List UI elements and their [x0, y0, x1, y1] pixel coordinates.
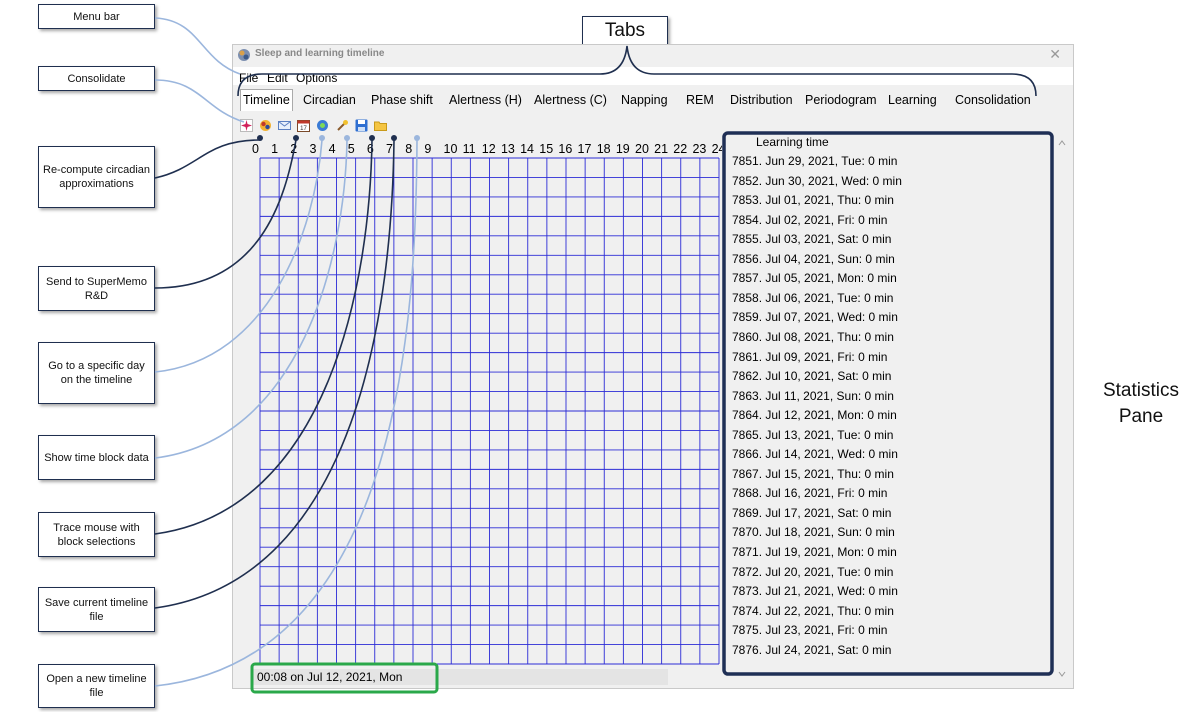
stats-row: 7854. Jul 02, 2021, Fri: 0 min [732, 212, 888, 227]
hour-label: 22 [673, 142, 688, 156]
tab-napping[interactable]: Napping [621, 93, 668, 107]
statistics-pane: Learning time 7851. Jun 29, 2021, Tue: 0… [722, 133, 1057, 663]
menu-edit[interactable]: Edit [267, 71, 288, 85]
hour-label: 9 [424, 142, 432, 156]
calendar-goto-day-icon[interactable]: 17 [297, 119, 310, 132]
hour-label: 15 [539, 142, 554, 156]
app-window: Sleep and learning timeline ✕ File Edit … [232, 44, 1074, 689]
title-bar: Sleep and learning timeline ✕ [233, 45, 1073, 65]
stats-row: 7865. Jul 13, 2021, Tue: 0 min [732, 427, 894, 442]
svg-text:17: 17 [300, 126, 307, 132]
tab-timeline[interactable]: Timeline [240, 89, 293, 111]
connector-menu-bar [154, 17, 241, 75]
trace-mouse-icon[interactable] [336, 119, 349, 132]
stats-row: 7863. Jul 11, 2021, Sun: 0 min [732, 388, 894, 403]
stats-row: 7853. Jul 01, 2021, Thu: 0 min [732, 193, 894, 208]
stats-row: 7852. Jun 30, 2021, Wed: 0 min [732, 173, 902, 188]
hour-label: 8 [405, 142, 413, 156]
tab-learning[interactable]: Learning [888, 93, 937, 107]
tab-distribution[interactable]: Distribution [730, 93, 793, 107]
status-bar: 00:08 on Jul 12, 2021, Mon [253, 669, 668, 685]
stats-row: 7855. Jul 03, 2021, Sat: 0 min [732, 232, 892, 247]
hour-label: 14 [520, 142, 534, 156]
stats-title: Learning time [756, 135, 829, 149]
hour-label: 23 [692, 142, 707, 156]
status-text: 00:08 on Jul 12, 2021, Mon [257, 670, 403, 684]
stats-row: 7867. Jul 15, 2021, Thu: 0 min [732, 466, 894, 481]
callout-consolidate: Consolidate [38, 66, 155, 91]
scrollbar[interactable] [1055, 135, 1069, 680]
tab-circadian[interactable]: Circadian [303, 93, 356, 107]
window-title: Sleep and learning timeline [255, 48, 385, 59]
hour-label: 21 [654, 142, 669, 156]
hour-label: 20 [635, 142, 649, 156]
stats-row: 7874. Jul 22, 2021, Thu: 0 min [732, 603, 894, 618]
callout-menu-bar: Menu bar [38, 4, 155, 29]
close-icon[interactable]: ✕ [1049, 46, 1061, 63]
send-mail-icon[interactable] [278, 119, 291, 132]
hour-label: 4 [328, 142, 336, 156]
tab-rem[interactable]: REM [686, 93, 714, 107]
stats-row: 7869. Jul 17, 2021, Sat: 0 min [732, 505, 892, 520]
app-icon [238, 49, 250, 61]
stats-row: 7871. Jul 19, 2021, Mon: 0 min [732, 545, 897, 559]
hour-label: 7 [386, 142, 393, 156]
hour-label: 10 [443, 142, 458, 156]
stats-row: 7866. Jul 14, 2021, Wed: 0 min [732, 447, 898, 462]
hour-label: 12 [481, 142, 496, 156]
hour-label: 13 [500, 142, 515, 156]
recompute-circadian-icon[interactable] [259, 119, 272, 132]
stats-row: 7856. Jul 04, 2021, Sun: 0 min [732, 251, 895, 266]
callout-tabs: Tabs [582, 16, 668, 46]
tab-bar: Timeline Circadian Phase shift Alertness… [237, 89, 1043, 111]
tab-periodogram[interactable]: Periodogram [805, 93, 877, 107]
stats-row: 7870. Jul 18, 2021, Sun: 0 min [732, 525, 895, 540]
hour-label: 1 [271, 142, 279, 156]
save-icon[interactable] [355, 119, 368, 132]
callout-recompute: Re-compute circadian approximations [38, 146, 155, 208]
open-folder-icon[interactable] [374, 119, 387, 132]
callout-show-block: Show time block data [38, 435, 155, 480]
stats-row: 7860. Jul 08, 2021, Thu: 0 min [732, 329, 894, 344]
stats-row: 7862. Jul 10, 2021, Sat: 0 min [732, 369, 892, 384]
stats-row: 7858. Jul 06, 2021, Tue: 0 min [732, 290, 894, 305]
stats-row: 7875. Jul 23, 2021, Fri: 0 min [732, 623, 888, 638]
stats-row: 7864. Jul 12, 2021, Mon: 0 min [732, 408, 897, 423]
hour-label: 6 [366, 142, 374, 156]
tab-phase-shift[interactable]: Phase shift [371, 93, 433, 107]
tab-alertness-c[interactable]: Alertness (C) [534, 93, 607, 107]
connector-consolidate [154, 79, 245, 123]
hour-label: 0 [252, 142, 259, 156]
stats-row: 7861. Jul 09, 2021, Fri: 0 min [732, 349, 888, 364]
stats-row: 7876. Jul 24, 2021, Sat: 0 min [732, 642, 892, 657]
stats-row: 7851. Jun 29, 2021, Tue: 0 min [732, 154, 898, 168]
stats-row: 7857. Jul 05, 2021, Mon: 0 min [732, 271, 897, 286]
stats-row: 7868. Jul 16, 2021, Fri: 0 min [732, 486, 888, 501]
hour-label: 3 [309, 142, 317, 156]
hour-label: 19 [615, 142, 630, 156]
stats-pane-label: Statistics Pane [1102, 380, 1180, 427]
menu-options[interactable]: Options [296, 71, 337, 85]
callout-goto-day: Go to a specific day on the timeline [38, 342, 155, 404]
hour-label: 17 [577, 142, 592, 156]
stats-row: 7872. Jul 20, 2021, Tue: 0 min [732, 564, 894, 579]
hour-label: 16 [558, 142, 573, 156]
stats-row: 7859. Jul 07, 2021, Wed: 0 min [732, 310, 898, 325]
consolidate-icon[interactable] [240, 119, 253, 132]
hour-label: 5 [347, 142, 355, 156]
callout-open-file: Open a new timeline file [38, 664, 155, 708]
stats-row: 7873. Jul 21, 2021, Wed: 0 min [732, 584, 898, 599]
menu-bar: File Edit Options [233, 67, 1073, 85]
hour-label: 18 [596, 142, 611, 156]
hour-label: 2 [290, 142, 298, 156]
block-data-icon[interactable] [316, 119, 329, 132]
callout-save-file: Save current timeline file [38, 587, 155, 632]
hour-label: 11 [462, 142, 476, 156]
tab-alertness-h[interactable]: Alertness (H) [449, 93, 522, 107]
timeline-grid[interactable] [259, 157, 721, 665]
callout-send: Send to SuperMemo R&D [38, 266, 155, 311]
tab-consolidation[interactable]: Consolidation [955, 93, 1031, 107]
callout-trace-mouse: Trace mouse with block selections [38, 512, 155, 557]
menu-file[interactable]: File [239, 71, 258, 85]
